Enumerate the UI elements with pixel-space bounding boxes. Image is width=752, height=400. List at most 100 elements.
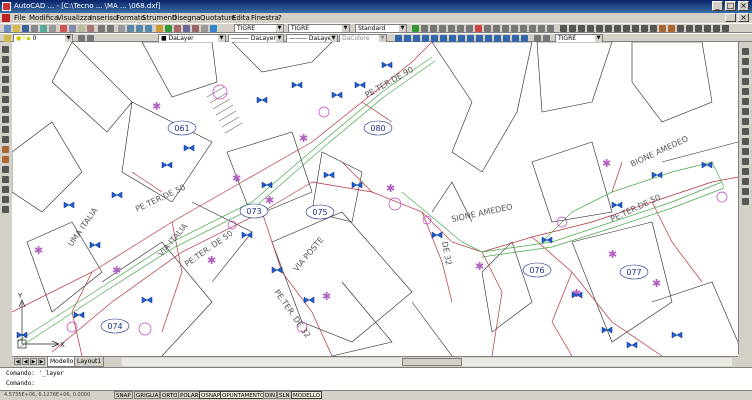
region-tool-icon[interactable]	[2, 186, 9, 193]
menu-finestra[interactable]: Finestra	[251, 13, 279, 23]
osnap-extension-icon[interactable]	[431, 35, 438, 42]
dimradius-icon[interactable]	[448, 25, 455, 32]
document-icon[interactable]	[2, 14, 10, 22]
erase-icon[interactable]	[742, 48, 749, 55]
polygon-icon[interactable]	[587, 25, 594, 32]
table-icon[interactable]	[713, 25, 720, 32]
revcloud-icon[interactable]	[623, 25, 630, 32]
copy-object-icon[interactable]	[742, 58, 749, 65]
extend-icon[interactable]	[742, 148, 749, 155]
line-icon[interactable]	[560, 25, 567, 32]
make-block-tool-icon[interactable]	[2, 156, 9, 163]
dimordinate-icon[interactable]	[439, 25, 446, 32]
array-icon[interactable]	[742, 88, 749, 95]
otrack-toggle[interactable]: OPUNTAMENTO	[220, 391, 267, 399]
markup-icon[interactable]	[192, 25, 199, 32]
doc-close-button[interactable]: ×	[738, 13, 749, 22]
arc-icon[interactable]	[605, 25, 612, 32]
centermark-icon[interactable]	[520, 25, 527, 32]
save-icon[interactable]	[22, 25, 29, 32]
mirror-icon[interactable]	[742, 68, 749, 75]
hatch-icon[interactable]	[686, 25, 693, 32]
line-tool-icon[interactable]	[2, 46, 9, 53]
rotate-icon[interactable]	[742, 108, 749, 115]
model-toggle[interactable]: MODELLO	[291, 391, 323, 399]
horizontal-scrollbar[interactable]	[122, 358, 732, 366]
join-icon[interactable]	[742, 168, 749, 175]
osnap-insert-icon[interactable]	[485, 35, 492, 42]
print-icon[interactable]	[31, 25, 38, 32]
spline-tool-icon[interactable]	[2, 126, 9, 133]
polyline-icon[interactable]	[578, 25, 585, 32]
arc-tool-icon[interactable]	[2, 96, 9, 103]
insert-block-tool-icon[interactable]	[2, 146, 9, 153]
doc-restore-button[interactable]	[725, 13, 736, 22]
osnap-toggle[interactable]: OSNAP	[199, 391, 223, 399]
dimupdate-icon[interactable]	[547, 25, 554, 32]
osnap-nearest-icon[interactable]	[503, 35, 510, 42]
new-icon[interactable]	[4, 25, 11, 32]
publish-icon[interactable]	[49, 25, 56, 32]
view-top-icon[interactable]	[543, 35, 550, 42]
menu-modifica[interactable]: Modifica	[29, 13, 58, 23]
style-combo[interactable]: TIGRE ▼	[234, 24, 284, 33]
spline-icon[interactable]	[632, 25, 639, 32]
match-properties-icon[interactable]	[87, 25, 94, 32]
osnap-intersection-icon[interactable]	[413, 35, 420, 42]
preview-icon[interactable]	[40, 25, 47, 32]
dimarc-icon[interactable]	[430, 25, 437, 32]
open-icon[interactable]	[13, 25, 20, 32]
mtext-tool-icon[interactable]	[2, 206, 9, 213]
tab-layout1[interactable]: Layout1	[74, 357, 105, 367]
qdim-icon[interactable]	[475, 25, 482, 32]
ellipse-arc-icon[interactable]	[650, 25, 657, 32]
zoom-realtime-icon[interactable]	[127, 25, 134, 32]
insert-block-icon[interactable]	[659, 25, 666, 32]
osnap-endpoint-icon[interactable]	[395, 35, 402, 42]
dimangular-icon[interactable]	[466, 25, 473, 32]
osnap-quadrant-icon[interactable]	[449, 35, 456, 42]
minimize-button[interactable]: _	[712, 1, 723, 11]
first-tab-icon[interactable]: ◀	[14, 358, 21, 365]
fillet-icon[interactable]	[742, 188, 749, 195]
circle-icon[interactable]	[614, 25, 621, 32]
redo-icon[interactable]	[107, 25, 114, 32]
help-icon[interactable]	[210, 25, 217, 32]
din-toggle[interactable]: DIN	[263, 391, 277, 399]
menu-formato[interactable]: Formato	[116, 13, 145, 23]
zoom-previous-icon[interactable]	[145, 25, 152, 32]
rectangle-icon[interactable]	[596, 25, 603, 32]
ellipse-icon[interactable]	[641, 25, 648, 32]
copy-icon[interactable]	[69, 25, 76, 32]
menu-file[interactable]: File	[14, 13, 26, 23]
dimdiameter-icon[interactable]	[457, 25, 464, 32]
break-icon[interactable]	[742, 158, 749, 165]
trim-icon[interactable]	[742, 138, 749, 145]
dimtedit-icon[interactable]	[538, 25, 545, 32]
revcloud-tool-icon[interactable]	[2, 116, 9, 123]
menu-visualizza[interactable]: Visualizza	[57, 13, 91, 23]
autocad-app-icon[interactable]	[2, 2, 11, 11]
snap-toggle[interactable]: SNAP	[114, 391, 133, 399]
osnap-parallel-icon[interactable]	[476, 35, 483, 42]
calculator-icon[interactable]	[201, 25, 208, 32]
polygon-tool-icon[interactable]	[2, 76, 9, 83]
osnap-node-icon[interactable]	[494, 35, 501, 42]
dimbaseline-icon[interactable]	[484, 25, 491, 32]
cut-icon[interactable]	[60, 25, 67, 32]
hatch-tool-icon[interactable]	[2, 176, 9, 183]
cad-drawing[interactable]: ✱✱✱ ✱✱✱ ✱✱✱ ✱✱✱ ✱✱ 061 080 075 073 074 0…	[12, 42, 738, 356]
menu-inserisci[interactable]: Inserisci	[90, 13, 119, 23]
point-icon[interactable]	[677, 25, 684, 32]
rectangle-tool-icon[interactable]	[2, 86, 9, 93]
menu-quotature[interactable]: Quotature	[200, 13, 235, 23]
qleader-icon[interactable]	[502, 25, 509, 32]
next-tab-icon[interactable]: ▶	[30, 358, 37, 365]
close-button[interactable]: ×	[738, 1, 749, 11]
scale-icon[interactable]	[742, 118, 749, 125]
layer-previous-icon[interactable]	[87, 35, 94, 42]
paste-icon[interactable]	[78, 25, 85, 32]
osnap-midpoint-icon[interactable]	[404, 35, 411, 42]
menu-disegna[interactable]: Disegna	[172, 13, 200, 23]
mtext-icon[interactable]	[722, 25, 729, 32]
